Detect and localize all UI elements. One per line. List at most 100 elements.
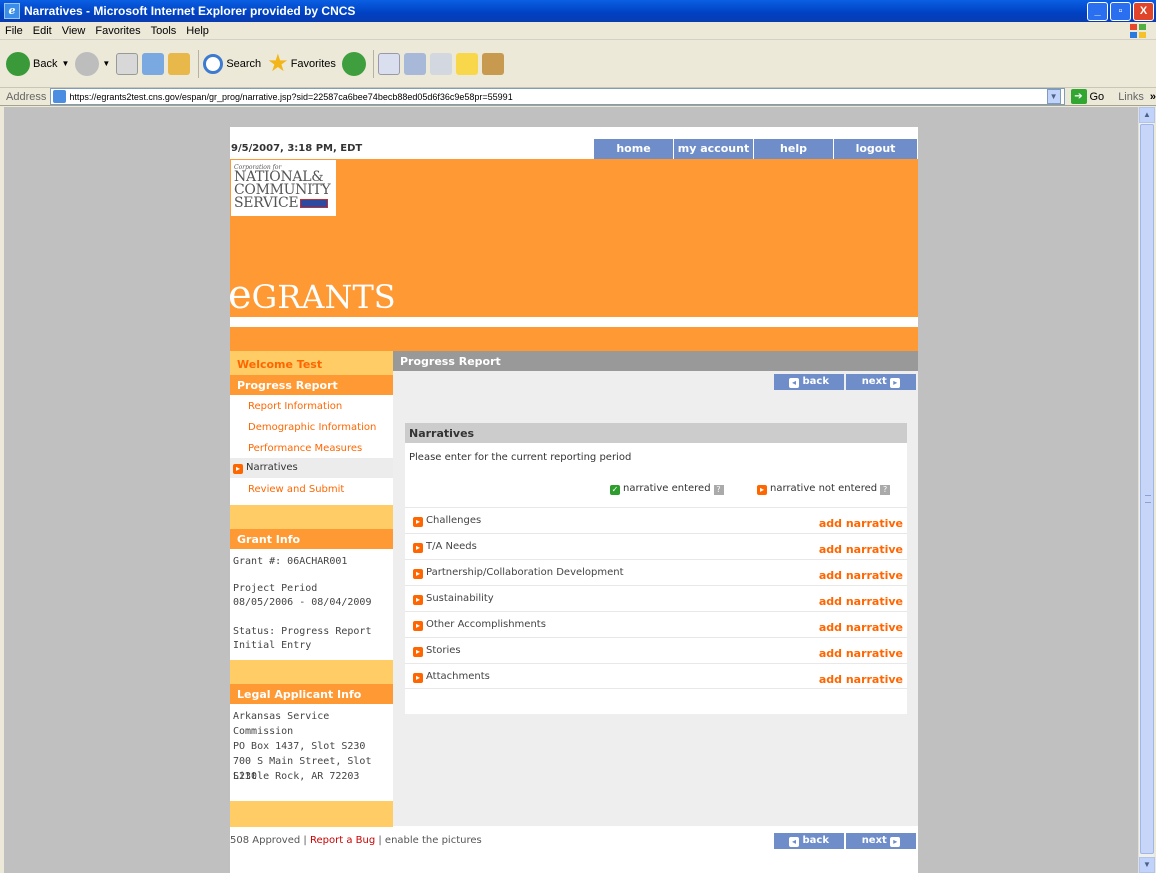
history-icon[interactable]: [341, 51, 366, 76]
mail-icon[interactable]: [377, 52, 400, 75]
menu-edit[interactable]: Edit: [28, 25, 57, 37]
back-button[interactable]: Back ▼: [6, 51, 69, 76]
back-button-bottom[interactable]: ◂ back: [774, 833, 844, 849]
narrative-row: ▸ Challenges add narrative: [405, 507, 907, 533]
close-button[interactable]: X: [1133, 2, 1154, 21]
check-icon: ✓: [610, 485, 620, 495]
menu-help[interactable]: Help: [181, 25, 214, 37]
scroll-thumb[interactable]: [1140, 124, 1154, 854]
arrow-right-icon: ▸: [413, 569, 423, 579]
links-chevron-icon[interactable]: »: [1150, 91, 1156, 103]
back-button-top[interactable]: ◂ back: [774, 374, 844, 390]
nav-my-account[interactable]: my account: [673, 139, 753, 159]
forward-button[interactable]: ▼: [75, 51, 110, 76]
links-button[interactable]: Links: [1118, 91, 1144, 103]
nav-help[interactable]: help: [753, 139, 833, 159]
page-content: 9/5/2007, 3:18 PM, EDT home my account h…: [228, 127, 918, 873]
page-footer: 508 Approved | Report a Bug | enable the…: [230, 835, 482, 846]
help-icon[interactable]: ?: [880, 485, 891, 495]
sidebar-item-performance-measures[interactable]: Performance Measures: [248, 443, 362, 454]
sidebar-item-review-and-submit[interactable]: Review and Submit: [248, 484, 344, 495]
nav-logout[interactable]: logout: [833, 139, 917, 159]
chevron-left-icon: ◂: [789, 378, 800, 388]
instruction-text: Please enter for the current reporting p…: [409, 452, 632, 463]
search-icon: [203, 53, 224, 74]
research-icon[interactable]: [481, 52, 504, 75]
enable-pictures-link[interactable]: enable the pictures: [385, 835, 482, 846]
narrative-row: ▸ Other Accomplishments add narrative: [405, 611, 907, 637]
notes-icon[interactable]: [455, 52, 478, 75]
top-navigation: 9/5/2007, 3:18 PM, EDT home my account h…: [230, 139, 918, 159]
add-narrative-link[interactable]: add narrative: [819, 621, 903, 634]
page-title: Progress Report: [393, 351, 918, 371]
add-narrative-link[interactable]: add narrative: [819, 543, 903, 556]
arrow-right-icon: ▸: [413, 595, 423, 605]
report-bug-link[interactable]: Report a Bug: [310, 835, 375, 846]
sidebar-item-narratives[interactable]: ▸ Narratives: [230, 458, 393, 478]
back-dropdown-icon[interactable]: ▼: [61, 59, 69, 68]
refresh-icon[interactable]: [142, 52, 165, 75]
arrow-right-icon: ▸: [233, 464, 243, 474]
chevron-right-icon: ▸: [890, 837, 901, 847]
sidebar-item-demographic-information[interactable]: Demographic Information: [248, 422, 376, 433]
help-icon[interactable]: ?: [713, 485, 724, 495]
menu-tools[interactable]: Tools: [146, 25, 182, 37]
menu-view[interactable]: View: [57, 25, 91, 37]
legend-entered: ✓ narrative entered?: [610, 483, 724, 495]
forward-dropdown-icon[interactable]: ▼: [102, 59, 110, 68]
browser-toolbar: Back ▼ ▼ Search ★ Favorites: [0, 40, 1156, 88]
add-narrative-link[interactable]: add narrative: [819, 569, 903, 582]
stop-icon[interactable]: [116, 52, 139, 75]
status-line: Status: Progress Report: [233, 626, 372, 637]
welcome-label: Welcome Test: [230, 351, 393, 375]
grant-number: Grant #: 06ACHAR001: [233, 556, 348, 567]
main-panel: ◂ back next ▸ Narratives Please enter fo…: [393, 371, 918, 826]
scroll-up-icon[interactable]: ▲: [1139, 107, 1155, 123]
print-icon[interactable]: [403, 52, 426, 75]
vertical-scrollbar[interactable]: ▲ ▼: [1138, 107, 1155, 873]
add-narrative-link[interactable]: add narrative: [819, 595, 903, 608]
scroll-down-icon[interactable]: ▼: [1139, 857, 1155, 873]
narrative-row: ▸ Stories add narrative: [405, 637, 907, 663]
page-icon: [53, 90, 67, 103]
nav-home[interactable]: home: [593, 139, 673, 159]
status-line-2: Initial Entry: [233, 640, 312, 651]
arrow-right-icon: ▸: [413, 543, 423, 553]
508-approved-label: 508 Approved: [230, 835, 301, 846]
minimize-button[interactable]: _: [1087, 2, 1108, 21]
next-button-bottom[interactable]: next ▸: [846, 833, 916, 849]
favorites-button[interactable]: ★ Favorites: [267, 49, 336, 78]
menu-file[interactable]: File: [0, 25, 28, 37]
next-button-top[interactable]: next ▸: [846, 374, 916, 390]
ie-icon: e: [4, 3, 20, 19]
sidebar-item-report-information[interactable]: Report Information: [248, 401, 342, 412]
search-button[interactable]: Search: [203, 53, 261, 74]
add-narrative-link[interactable]: add narrative: [819, 517, 903, 530]
left-sidebar: Welcome Test Progress Report Report Info…: [230, 351, 393, 827]
address-dropdown-icon[interactable]: ▼: [1046, 89, 1061, 104]
home-icon[interactable]: [168, 52, 191, 75]
add-narrative-link[interactable]: add narrative: [819, 673, 903, 686]
edit-icon[interactable]: [429, 52, 452, 75]
header-banner: Corporation for NATIONAL& COMMUNITY SERV…: [228, 159, 918, 317]
browser-viewport: 9/5/2007, 3:18 PM, EDT home my account h…: [4, 107, 1138, 873]
address-input[interactable]: https://egrants2test.cns.gov/espan/gr_pr…: [50, 88, 1065, 105]
arrow-right-icon: ▸: [757, 485, 767, 495]
window-title: Narratives - Microsoft Internet Explorer…: [24, 4, 356, 18]
narrative-row: ▸ Partnership/Collaboration Development a…: [405, 559, 907, 585]
legend-not-entered: ▸ narrative not entered?: [757, 483, 891, 495]
go-button[interactable]: ➔ Go: [1070, 89, 1104, 104]
legal-line: Arkansas Service: [233, 711, 330, 722]
address-bar: Address https://egrants2test.cns.gov/esp…: [0, 88, 1156, 106]
narrative-row: ▸ T/A Needs add narrative: [405, 533, 907, 559]
maximize-button[interactable]: ▫: [1110, 2, 1131, 21]
legal-line: Little Rock, AR 72203: [233, 771, 360, 782]
forward-arrow-icon: [75, 51, 100, 76]
window-titlebar: e Narratives - Microsoft Internet Explor…: [0, 0, 1156, 22]
menu-bar: File Edit View Favorites Tools Help: [0, 22, 1156, 40]
menu-favorites[interactable]: Favorites: [90, 25, 145, 37]
add-narrative-link[interactable]: add narrative: [819, 647, 903, 660]
flag-icon: [300, 198, 329, 208]
date-stamp: 9/5/2007, 3:18 PM, EDT: [231, 143, 363, 154]
arrow-right-icon: ▸: [413, 621, 423, 631]
